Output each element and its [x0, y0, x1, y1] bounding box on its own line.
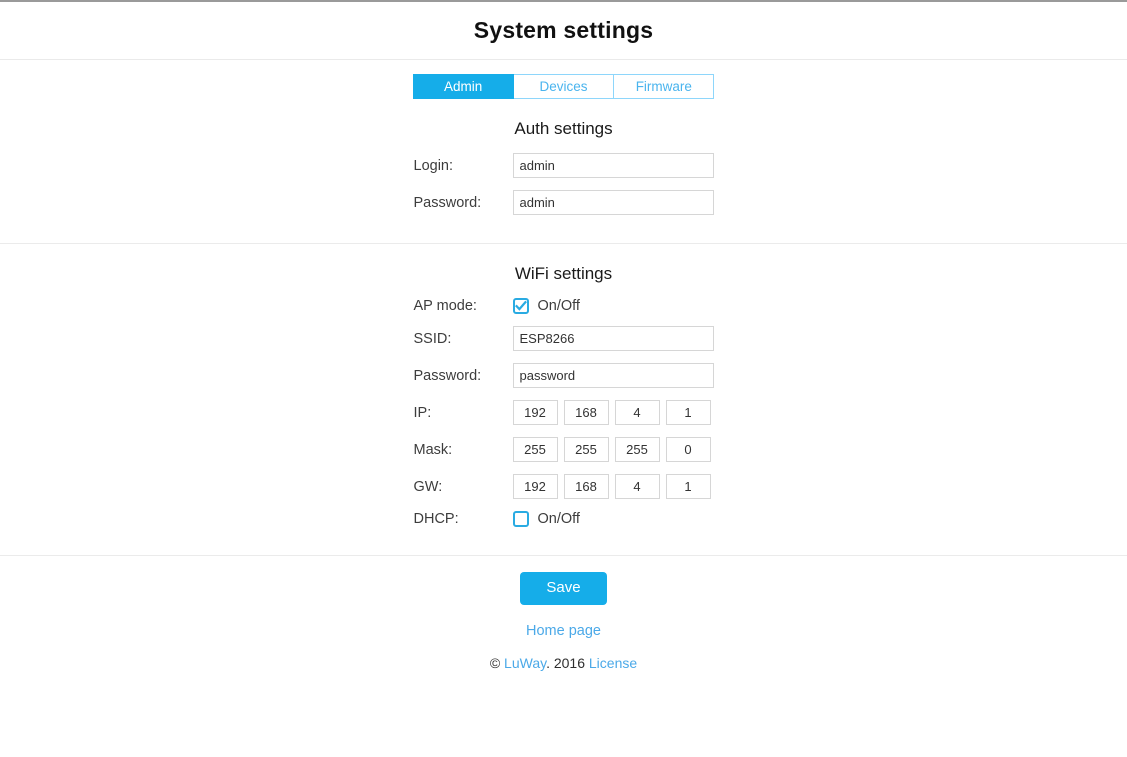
checkbox-unchecked-icon[interactable]	[512, 511, 529, 527]
ip-row: IP:	[0, 400, 1127, 425]
gateway-octet-1[interactable]	[512, 474, 558, 499]
ap-mode-label: AP mode:	[413, 298, 477, 314]
copyright-text: © LuWay. 2016 License	[0, 655, 1127, 671]
mask-row: Mask:	[0, 437, 1127, 462]
gateway-row: GW:	[0, 474, 1127, 499]
tabs-container: Admin Devices Firmware	[0, 60, 1127, 99]
ip-octet-group	[512, 400, 714, 425]
checkbox-checked-icon[interactable]	[512, 298, 529, 314]
gateway-octet-4[interactable]	[665, 474, 711, 499]
ip-label: IP:	[413, 404, 432, 421]
login-input[interactable]	[512, 153, 714, 178]
dhcp-toggle-text: On/Off	[537, 511, 580, 527]
tab-firmware-label: Firmware	[635, 78, 692, 94]
ssid-input[interactable]	[512, 326, 714, 351]
dhcp-toggle[interactable]: On/Off	[512, 511, 580, 527]
ip-octet-3[interactable]	[614, 400, 660, 425]
ip-octet-4[interactable]	[665, 400, 711, 425]
ip-octet-1[interactable]	[512, 400, 558, 425]
page-title: System settings	[473, 17, 654, 43]
ssid-row: SSID:	[0, 326, 1127, 351]
mask-octet-group	[512, 437, 714, 462]
ap-mode-row: AP mode: On/Off	[0, 298, 1127, 314]
tab-admin-label: Admin	[444, 78, 483, 94]
gateway-octet-3[interactable]	[614, 474, 660, 499]
login-row: Login:	[0, 153, 1127, 178]
tab-devices[interactable]: Devices	[513, 74, 615, 99]
footer: Save Home page © LuWay. 2016 License	[0, 556, 1127, 671]
gateway-octet-2[interactable]	[563, 474, 609, 499]
auth-password-label: Password:	[413, 194, 482, 211]
auth-settings-section: Auth settings Login: Password:	[0, 119, 1127, 243]
wifi-password-row: Password:	[0, 363, 1127, 388]
section-divider-auth	[0, 243, 1127, 244]
ip-octet-2[interactable]	[563, 400, 609, 425]
tab-bar: Admin Devices Firmware	[412, 74, 715, 99]
auth-password-row: Password:	[0, 190, 1127, 215]
login-label: Login:	[413, 157, 454, 174]
mask-octet-2[interactable]	[563, 437, 609, 462]
page-header: System settings	[0, 2, 1127, 60]
brand-link[interactable]: LuWay	[504, 655, 546, 671]
wifi-password-input[interactable]	[512, 363, 714, 388]
tab-devices-label: Devices	[539, 78, 588, 94]
gateway-octet-group	[512, 474, 714, 499]
tab-firmware[interactable]: Firmware	[614, 74, 715, 99]
tab-admin[interactable]: Admin	[412, 74, 514, 99]
wifi-password-label: Password:	[413, 367, 482, 384]
ap-mode-toggle[interactable]: On/Off	[512, 298, 580, 314]
dhcp-row: DHCP: On/Off	[0, 511, 1127, 527]
mask-label: Mask:	[413, 441, 453, 458]
wifi-settings-title: WiFi settings	[514, 264, 613, 283]
license-link[interactable]: License	[589, 655, 637, 671]
wifi-settings-section: WiFi settings AP mode: On/Off SSID: ESP8…	[0, 264, 1127, 555]
auth-settings-title: Auth settings	[514, 119, 613, 138]
copyright-symbol: ©	[489, 654, 501, 671]
gateway-label: GW:	[413, 478, 443, 495]
home-page-link[interactable]: Home page	[0, 623, 1127, 639]
ssid-label: SSID:	[413, 330, 452, 347]
mask-octet-1[interactable]	[512, 437, 558, 462]
mask-octet-4[interactable]	[665, 437, 711, 462]
auth-password-input[interactable]	[512, 190, 714, 215]
copyright-year: . 2016	[546, 654, 589, 671]
save-button[interactable]: Save	[520, 572, 607, 605]
mask-octet-3[interactable]	[614, 437, 660, 462]
ap-mode-toggle-text: On/Off	[537, 298, 580, 314]
dhcp-label: DHCP:	[413, 511, 459, 527]
